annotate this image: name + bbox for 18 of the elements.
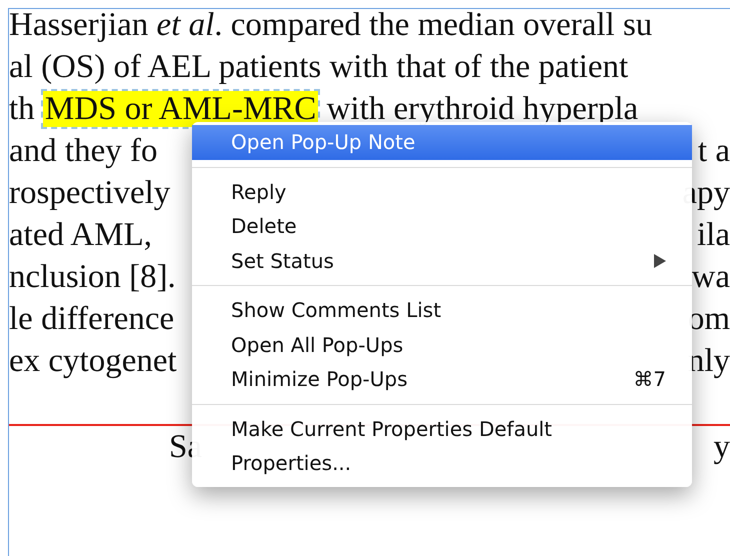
text-fragment: t a <box>698 132 730 171</box>
highlighted-text[interactable]: MDS or AML-MRC <box>42 91 318 127</box>
text-line: le difference <box>9 300 174 339</box>
text-line: th <box>9 91 35 127</box>
text-line: Hasserjian et al. compared the median overall su <box>9 9 652 45</box>
menu-item[interactable]: Open Pop-Up Note <box>192 125 692 160</box>
menu-item[interactable]: Set Status <box>192 244 692 278</box>
footer-text: y <box>714 428 730 467</box>
text-line: ex cytogenet <box>9 342 177 381</box>
text-line: nclusion [8]. <box>9 258 176 297</box>
text-line: ated AML, <box>9 216 152 255</box>
text-line: and they fo <box>9 132 158 171</box>
text-line: with erythroid hyperpla <box>326 91 638 127</box>
shortcut-text: ⌘7 <box>633 366 666 394</box>
text-fragment: ila <box>697 216 730 255</box>
text-line: al (OS) of AEL patients with that of the patient <box>9 48 628 87</box>
text-line: rospectively <box>9 174 170 213</box>
text-fragment: wa <box>692 258 730 297</box>
